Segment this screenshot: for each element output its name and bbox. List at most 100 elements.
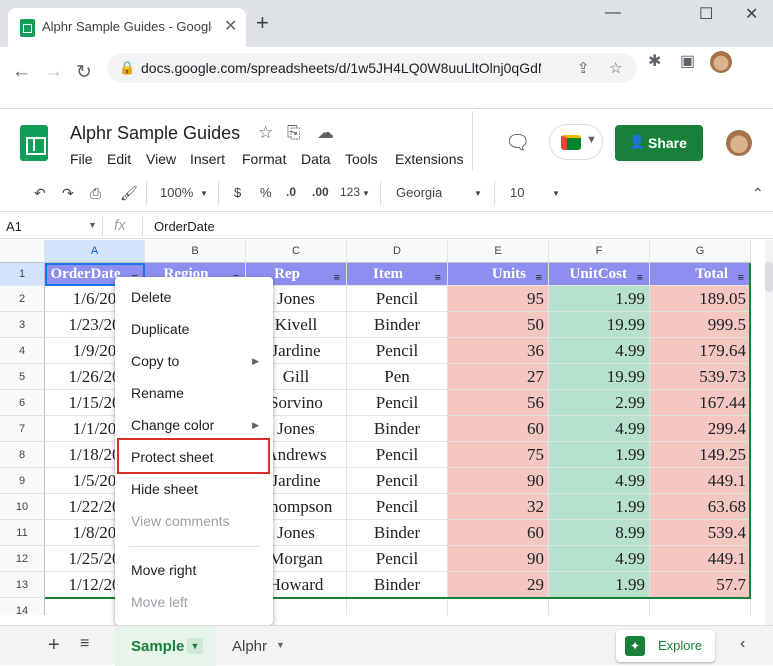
all-sheets-button[interactable]: ≡ [80,635,89,653]
explore-button[interactable]: ✦ Explore [616,630,715,662]
header-cell[interactable]: UnitCost ≡ [549,263,650,286]
header-cell[interactable]: Units ≡ [448,263,549,286]
chevron-down-icon[interactable]: ▼ [362,189,370,198]
paint-format-icon[interactable]: 🖌 [120,185,138,202]
table-cell[interactable]: 1.99 [549,286,650,312]
column-header-c[interactable]: C [246,240,347,263]
share-page-icon[interactable]: ⇪ [577,59,590,77]
table-cell[interactable]: 449.1 [650,546,751,572]
table-cell[interactable]: 57.7 [650,572,751,598]
table-cell[interactable]: 1.99 [549,572,650,598]
table-cell[interactable]: 4.99 [549,468,650,494]
name-box[interactable]: A1 [6,219,22,234]
table-cell[interactable] [650,598,751,615]
menu-item-duplicate[interactable]: Duplicate [115,313,273,345]
table-cell[interactable]: 1.99 [549,442,650,468]
chevron-left-icon[interactable]: ‹ [740,635,745,653]
column-header-d[interactable]: D [347,240,448,263]
font-size-select[interactable]: 10 [510,185,524,200]
header-cell[interactable]: Item ≡ [347,263,448,286]
table-cell[interactable]: 36 [448,338,549,364]
column-header-b[interactable]: B [145,240,246,263]
menu-item-move-right[interactable]: Move right [115,554,273,586]
table-cell[interactable]: 63.68 [650,494,751,520]
print-icon[interactable]: ⎙ [90,185,101,202]
formula-input[interactable]: OrderDate [154,219,215,234]
collapse-menus-icon[interactable]: ⌃ [752,185,764,202]
menu-view[interactable]: View [146,151,176,167]
sheet-tab-label[interactable]: Alphr [232,638,267,655]
back-icon[interactable]: ← [12,61,31,83]
move-icon[interactable]: ⎘ [287,123,301,143]
chevron-down-icon[interactable]: ▼ [200,189,208,198]
filter-icon[interactable]: ≡ [334,267,340,285]
meet-button[interactable]: ▼ [549,124,603,160]
menu-format[interactable]: Format [242,151,286,167]
table-cell[interactable]: Pencil [347,390,448,416]
table-cell[interactable]: 179.64 [650,338,751,364]
table-cell[interactable]: 2.99 [549,390,650,416]
table-cell[interactable] [549,598,650,615]
table-cell[interactable]: 29 [448,572,549,598]
table-cell[interactable]: Binder [347,312,448,338]
row-header[interactable]: 10 [0,494,45,520]
table-cell[interactable]: Pencil [347,442,448,468]
table-cell[interactable]: 539.73 [650,364,751,390]
minimize-button[interactable]: — [605,4,621,22]
menu-edit[interactable]: Edit [107,151,131,167]
table-cell[interactable]: Binder [347,416,448,442]
table-cell[interactable]: Pencil [347,468,448,494]
chevron-down-icon[interactable]: ▼ [474,189,482,198]
table-cell[interactable]: 75 [448,442,549,468]
increase-decimal-button[interactable]: .00 [312,185,329,199]
row-header[interactable]: 9 [0,468,45,494]
new-tab-button[interactable]: + [256,10,269,36]
lock-icon[interactable]: 🔒 [119,60,135,76]
column-header-f[interactable]: F [549,240,650,263]
row-header[interactable]: 7 [0,416,45,442]
table-cell[interactable]: 8.99 [549,520,650,546]
table-cell[interactable]: 189.05 [650,286,751,312]
table-cell[interactable]: Pencil [347,494,448,520]
extensions-icon[interactable]: ✱ [648,51,661,71]
menu-extensions[interactable]: Extensions [395,151,463,167]
row-header[interactable]: 13 [0,572,45,598]
menu-file[interactable]: File [70,151,93,167]
close-window-button[interactable]: ✕ [745,4,758,24]
table-cell[interactable]: Binder [347,572,448,598]
table-cell[interactable]: 19.99 [549,364,650,390]
table-cell[interactable]: Pencil [347,546,448,572]
filter-icon[interactable]: ≡ [536,267,542,285]
address-bar[interactable]: 🔒 docs.google.com/spreadsheets/d/1w5JH4L… [107,53,637,83]
menu-data[interactable]: Data [301,151,331,167]
scrollbar-thumb[interactable] [765,262,773,292]
decrease-decimal-button[interactable]: .0 [286,185,296,199]
table-cell[interactable]: 56 [448,390,549,416]
table-cell[interactable]: 4.99 [549,416,650,442]
vertical-scrollbar[interactable] [765,240,773,625]
bookmark-star-icon[interactable]: ☆ [609,59,622,77]
select-all-corner[interactable] [0,240,45,263]
maximize-button[interactable]: ☐ [699,4,713,24]
account-avatar[interactable] [726,130,752,156]
url-text[interactable]: docs.google.com/spreadsheets/d/1w5JH4LQ0… [141,60,541,76]
chevron-down-icon[interactable]: ▼ [187,638,203,654]
table-cell[interactable] [347,598,448,615]
star-icon[interactable]: ☆ [258,123,273,143]
table-cell[interactable] [448,598,549,615]
table-cell[interactable]: 167.44 [650,390,751,416]
menu-item-hide-sheet[interactable]: Hide sheet [115,473,273,505]
row-header[interactable]: 11 [0,520,45,546]
browser-tab[interactable]: Alphr Sample Guides - Google Sheets ✕ [8,8,246,47]
table-cell[interactable]: 95 [448,286,549,312]
menu-tools[interactable]: Tools [345,151,378,167]
row-header[interactable]: 1 [0,263,45,286]
filter-icon[interactable]: ≡ [435,267,441,285]
filter-icon[interactable]: ≡ [637,267,643,285]
redo-icon[interactable]: ↷ [62,185,74,202]
table-cell[interactable]: 299.4 [650,416,751,442]
header-cell[interactable]: Total ≡ [650,263,751,286]
table-cell[interactable]: Binder [347,520,448,546]
table-cell[interactable]: 19.99 [549,312,650,338]
table-cell[interactable]: 90 [448,468,549,494]
